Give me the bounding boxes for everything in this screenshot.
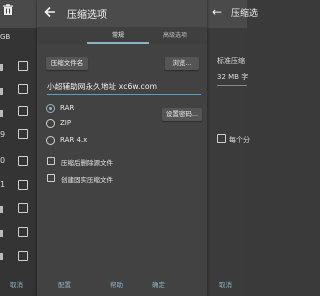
dialog-footer [0, 276, 247, 296]
trash-icon[interactable] [2, 4, 14, 16]
compression-options-dialog: 压缩选项 常规 高级选项 压缩文件名 浏览... 小超辅助网永久地址 xc6w.… [37, 0, 207, 296]
format-rar-label: RAR [60, 104, 75, 112]
file-name-fragment [0, 110, 3, 117]
background-options-panel: ← 压缩选 标准压缩 32 MB 字 每个分 [207, 0, 258, 296]
dictionary-size-label: 32 MB 字 [217, 73, 249, 81]
file-name-fragment [0, 230, 3, 237]
dialog-toolbar: 压缩选项 [37, 0, 207, 27]
file-checkbox[interactable] [18, 129, 28, 139]
file-name-fragment [0, 253, 3, 260]
file-checkbox[interactable] [18, 156, 28, 166]
file-name-fragment: 9 [0, 130, 6, 139]
tab-advanced[interactable]: 高级选项 [163, 30, 187, 39]
delete-after-compress-checkbox[interactable] [47, 157, 55, 165]
file-checkbox[interactable] [18, 61, 28, 71]
split-volume-checkbox[interactable] [217, 134, 226, 143]
solid-archive-label: 创建固实压缩文件 [61, 176, 113, 184]
dialog-title: 压缩选项 [67, 10, 107, 21]
archive-name-input[interactable]: 小超辅助网永久地址 xc6w.com [47, 81, 157, 92]
browse-button[interactable]: 浏览... [165, 57, 199, 70]
file-checkbox[interactable] [18, 227, 28, 237]
configure-button[interactable]: 配置 [58, 279, 71, 289]
delete-after-compress-label: 压缩后删除源文件 [61, 159, 113, 167]
file-name-fragment: 1 [0, 180, 6, 189]
split-volume-label: 每个分 [229, 136, 250, 144]
back-arrow-icon[interactable] [43, 5, 57, 19]
file-name-fragment [0, 206, 3, 213]
file-checkbox[interactable] [18, 203, 28, 213]
format-rar4-label: RAR 4.x [60, 136, 88, 144]
help-button[interactable]: 帮助 [110, 279, 123, 289]
active-tab-indicator [87, 42, 149, 44]
file-checkbox[interactable] [18, 180, 28, 190]
file-checkbox[interactable] [18, 84, 28, 94]
file-checkbox[interactable] [18, 106, 28, 116]
format-zip-label: ZIP [60, 119, 72, 127]
storage-label: GB [0, 33, 11, 41]
background-title: 压缩选 [231, 9, 259, 19]
file-name-fragment [0, 64, 3, 71]
solid-archive-checkbox[interactable] [47, 174, 55, 182]
format-rar4-radio[interactable] [46, 136, 55, 145]
format-zip-radio[interactable] [46, 119, 55, 128]
format-rar-radio[interactable] [46, 104, 55, 113]
divider [217, 85, 247, 86]
file-name-fragment: 0 [0, 156, 6, 165]
cancel-button-secondary[interactable]: 取消 [219, 279, 232, 289]
input-underline [47, 94, 201, 95]
tab-general[interactable]: 常规 [112, 30, 124, 39]
back-arrow-icon[interactable]: ← [212, 5, 222, 19]
background-file-list: GB 9 0 1 [0, 0, 38, 296]
ok-button[interactable]: 确定 [152, 279, 165, 289]
cancel-button[interactable]: 取消 [10, 279, 23, 289]
archive-name-button[interactable]: 压缩文件名 [46, 57, 88, 70]
set-password-button[interactable]: 设置密码... [162, 108, 202, 121]
file-name-fragment [0, 88, 3, 95]
compression-level-label: 标准压缩 [217, 57, 245, 65]
file-checkbox[interactable] [18, 251, 28, 261]
